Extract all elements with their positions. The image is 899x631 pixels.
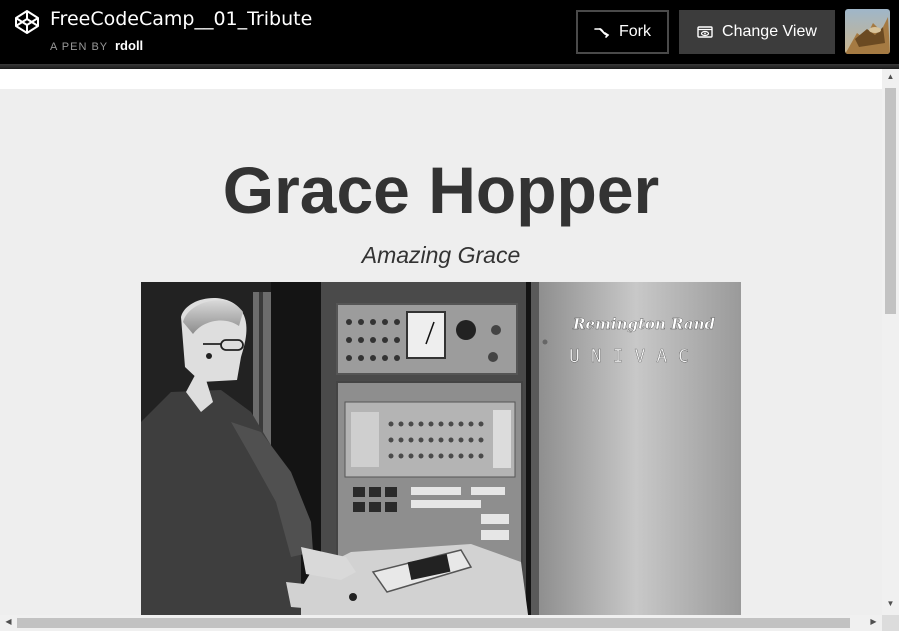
pen-header: FreeCodeCamp__01_Tribute A PEN BY rdoll … bbox=[0, 0, 899, 64]
user-avatar[interactable] bbox=[845, 9, 890, 54]
vertical-scrollbar[interactable]: ▲ ▼ bbox=[882, 69, 899, 615]
codepen-logo-icon[interactable] bbox=[14, 9, 40, 35]
fork-icon bbox=[594, 28, 610, 38]
pen-title[interactable]: FreeCodeCamp__01_Tribute bbox=[50, 8, 312, 30]
photo-brand-text: Remington Rand bbox=[572, 315, 715, 333]
grace-hopper-photo: Remington Rand UNIVAC bbox=[141, 282, 741, 615]
scroll-down-icon[interactable]: ▼ bbox=[882, 599, 899, 608]
photo-model-text: UNIVAC bbox=[569, 346, 700, 367]
pen-by-label: A PEN BY bbox=[50, 41, 108, 53]
page-title: Grace Hopper bbox=[222, 153, 660, 227]
fork-button[interactable]: Fork bbox=[576, 10, 669, 54]
page-subtitle: Amazing Grace bbox=[361, 242, 521, 268]
tribute-page: Grace Hopper Amazing Grace Remington Ran… bbox=[0, 89, 882, 615]
pen-byline: A PEN BY rdoll bbox=[50, 38, 143, 53]
author-link[interactable]: rdoll bbox=[115, 38, 143, 53]
eye-icon bbox=[697, 26, 713, 38]
scroll-up-icon[interactable]: ▲ bbox=[882, 72, 899, 81]
horizontal-scroll-thumb[interactable] bbox=[17, 618, 850, 628]
vertical-scroll-thumb[interactable] bbox=[885, 88, 896, 314]
scroll-right-icon[interactable]: ▶ bbox=[865, 617, 882, 626]
horizontal-scrollbar[interactable]: ◀ ▶ bbox=[0, 615, 882, 631]
scroll-left-icon[interactable]: ◀ bbox=[0, 617, 17, 626]
change-view-label: Change View bbox=[722, 23, 817, 40]
scrollbar-corner bbox=[882, 615, 899, 631]
preview-viewport: Grace Hopper Amazing Grace Remington Ran… bbox=[0, 69, 882, 615]
change-view-button[interactable]: Change View bbox=[679, 10, 835, 54]
fork-label: Fork bbox=[619, 23, 651, 40]
